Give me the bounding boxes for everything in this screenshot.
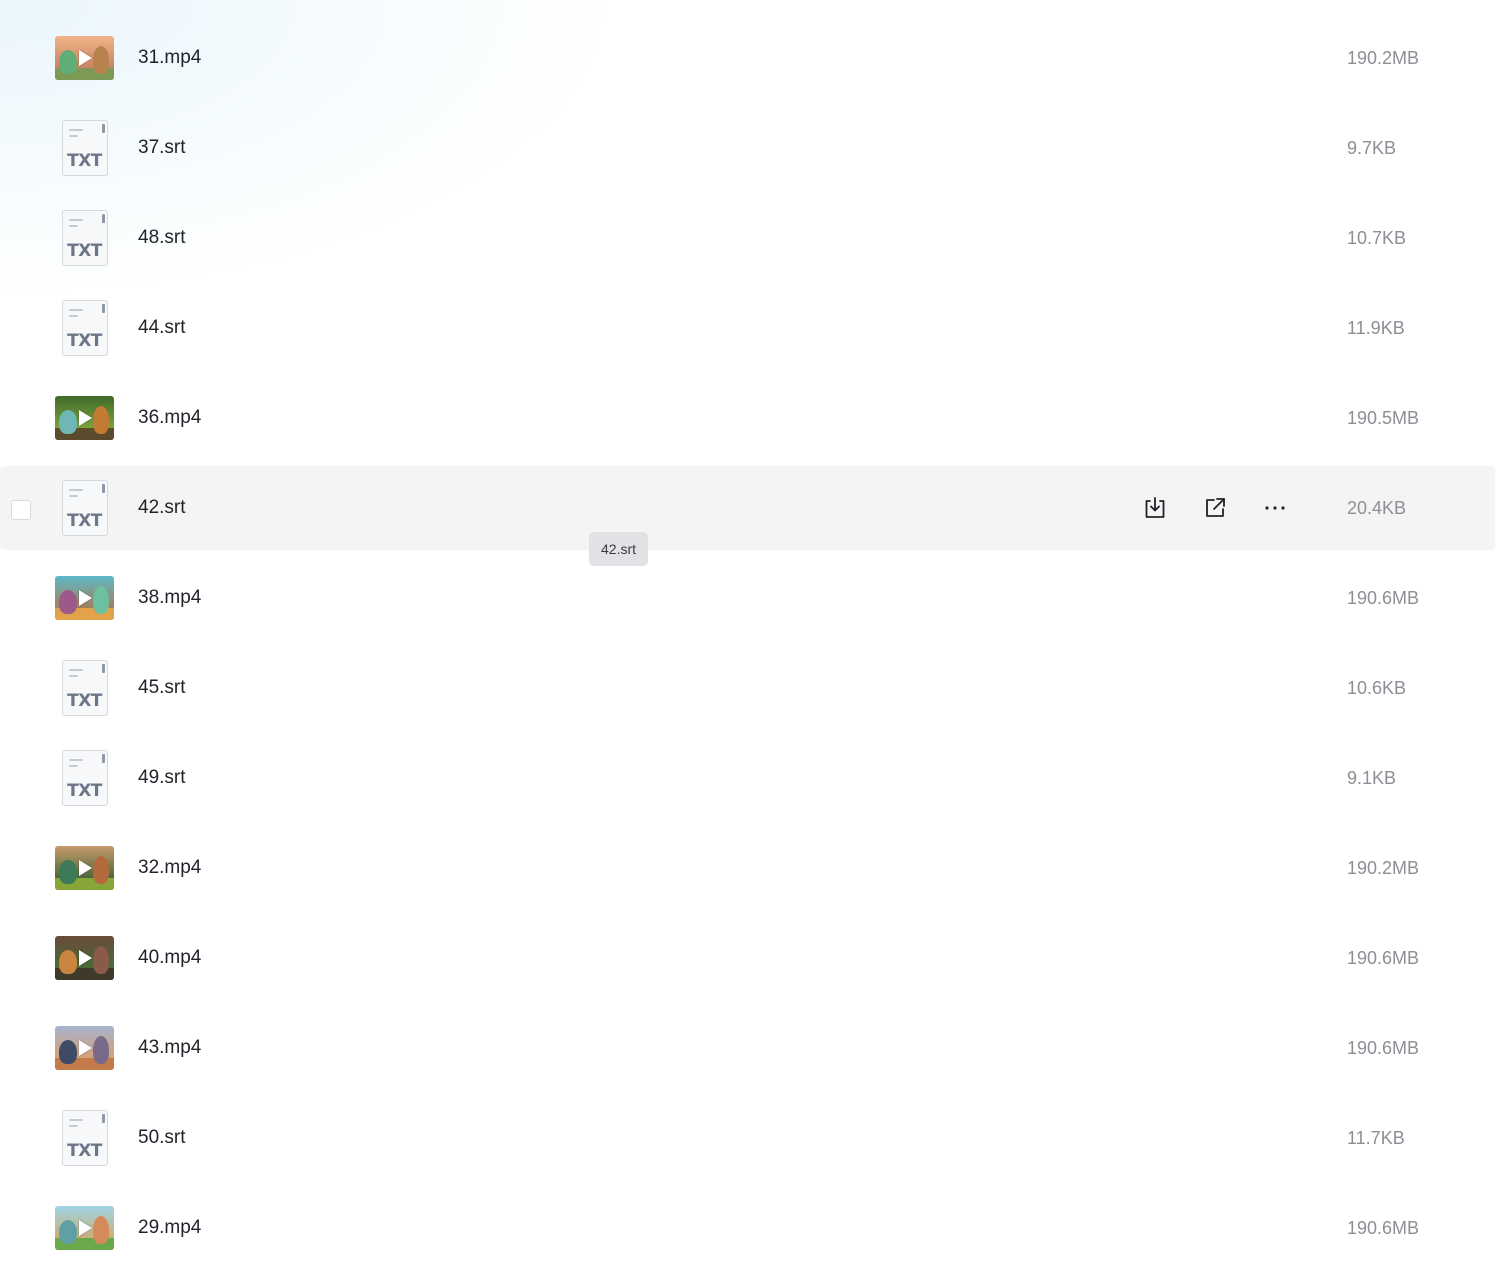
file-name[interactable]: 42.srt xyxy=(138,466,186,550)
file-row[interactable]: TXT 50.srt 11.7KB xyxy=(0,1096,1495,1180)
file-thumbnail[interactable]: TXT xyxy=(54,106,114,190)
file-size: 11.7KB xyxy=(1347,1128,1405,1148)
txt-file-icon: TXT xyxy=(61,750,108,806)
file-row[interactable]: TXT 45.srt 10.6KB xyxy=(0,646,1495,730)
file-thumbnail[interactable] xyxy=(54,1006,114,1090)
video-thumbnail xyxy=(54,1026,114,1070)
play-icon xyxy=(78,950,92,966)
video-thumbnail xyxy=(54,576,114,620)
play-icon xyxy=(78,1040,92,1056)
file-thumbnail[interactable]: TXT xyxy=(54,646,114,730)
play-icon xyxy=(78,590,92,606)
file-thumbnail[interactable]: TXT xyxy=(54,466,114,550)
txt-file-icon: TXT xyxy=(61,1110,108,1166)
file-size: 11.9KB xyxy=(1347,318,1405,338)
file-thumbnail[interactable] xyxy=(54,376,114,460)
play-icon xyxy=(78,50,92,66)
file-row[interactable]: 40.mp4 190.6MB xyxy=(0,916,1495,1000)
file-row[interactable]: 29.mp4 190.6MB xyxy=(0,1186,1495,1267)
file-name[interactable]: 45.srt xyxy=(138,646,186,730)
file-row[interactable]: 31.mp4 190.2MB xyxy=(0,16,1495,100)
file-row[interactable]: TXT 48.srt 10.7KB xyxy=(0,196,1495,280)
row-checkbox[interactable] xyxy=(11,500,31,520)
file-thumbnail[interactable]: TXT xyxy=(54,1096,114,1180)
video-thumbnail xyxy=(54,1206,114,1250)
play-icon xyxy=(78,410,92,426)
file-thumbnail[interactable] xyxy=(54,16,114,100)
file-size: 20.4KB xyxy=(1347,498,1407,518)
file-name[interactable]: 37.srt xyxy=(138,106,186,190)
row-actions xyxy=(1130,466,1300,550)
video-thumbnail xyxy=(54,396,114,440)
file-row[interactable]: TXT 49.srt 9.1KB xyxy=(0,736,1495,820)
txt-file-icon: TXT xyxy=(61,300,108,356)
share-icon xyxy=(1206,498,1225,517)
file-row[interactable]: 32.mp4 190.2MB xyxy=(0,826,1495,910)
file-row[interactable]: 38.mp4 190.6MB xyxy=(0,556,1495,640)
txt-label: TXT xyxy=(67,691,102,711)
file-name[interactable]: 31.mp4 xyxy=(138,16,201,100)
file-thumbnail[interactable] xyxy=(54,916,114,1000)
file-thumbnail[interactable] xyxy=(54,826,114,910)
file-row[interactable]: 36.mp4 190.5MB xyxy=(0,376,1495,460)
file-name[interactable]: 48.srt xyxy=(138,196,186,280)
share-button[interactable] xyxy=(1201,494,1229,522)
file-row[interactable]: TXT 37.srt 9.7KB xyxy=(0,106,1495,190)
file-name[interactable]: 29.mp4 xyxy=(138,1186,201,1267)
video-thumbnail xyxy=(54,936,114,980)
video-thumbnail xyxy=(54,36,114,80)
file-list: 31.mp4 190.2MB TXT 37.srt 9.7KB TXT 48.srt 10.7… xyxy=(0,16,1495,1267)
file-size: 9.7KB xyxy=(1347,138,1397,158)
file-name[interactable]: 36.mp4 xyxy=(138,376,201,460)
file-row[interactable]: TXT 42.srt 20.4KB xyxy=(0,466,1495,550)
file-size: 190.6MB xyxy=(1347,1218,1420,1238)
txt-label: TXT xyxy=(67,781,102,801)
file-name[interactable]: 40.mp4 xyxy=(138,916,201,1000)
file-row[interactable]: 43.mp4 190.6MB xyxy=(0,1006,1495,1090)
play-icon xyxy=(78,860,92,876)
file-size: 10.6KB xyxy=(1347,678,1407,698)
txt-file-icon: TXT xyxy=(61,480,108,536)
file-size: 9.1KB xyxy=(1347,768,1397,788)
txt-label: TXT xyxy=(67,151,102,171)
file-browser: 31.mp4 190.2MB TXT 37.srt 9.7KB TXT 48.srt 10.7… xyxy=(0,0,1495,1267)
file-name[interactable]: 43.mp4 xyxy=(138,1006,201,1090)
more-button[interactable] xyxy=(1261,494,1289,522)
file-name[interactable]: 50.srt xyxy=(138,1096,186,1180)
txt-file-icon: TXT xyxy=(61,660,108,716)
file-thumbnail[interactable] xyxy=(54,1186,114,1267)
file-name[interactable]: 49.srt xyxy=(138,736,186,820)
txt-label: TXT xyxy=(67,1141,102,1161)
file-thumbnail[interactable] xyxy=(54,556,114,640)
play-icon xyxy=(78,1220,92,1236)
file-name[interactable]: 44.srt xyxy=(138,286,186,370)
txt-label: TXT xyxy=(67,331,102,351)
file-size: 10.7KB xyxy=(1347,228,1407,248)
file-size: 190.5MB xyxy=(1347,408,1420,428)
file-size: 190.2MB xyxy=(1347,48,1420,68)
video-thumbnail xyxy=(54,846,114,890)
file-name[interactable]: 32.mp4 xyxy=(138,826,201,910)
more-icon xyxy=(1265,506,1285,510)
txt-label: TXT xyxy=(67,241,102,261)
txt-label: TXT xyxy=(67,511,102,531)
file-size: 190.6MB xyxy=(1347,1038,1420,1058)
txt-file-icon: TXT xyxy=(61,120,108,176)
download-button[interactable] xyxy=(1141,494,1169,522)
download-icon xyxy=(1145,497,1165,518)
file-thumbnail[interactable]: TXT xyxy=(54,736,114,820)
file-size: 190.6MB xyxy=(1347,948,1420,968)
file-thumbnail[interactable]: TXT xyxy=(54,196,114,280)
file-size: 190.6MB xyxy=(1347,588,1420,608)
filename-tooltip: 42.srt xyxy=(589,532,649,566)
txt-file-icon: TXT xyxy=(61,210,108,266)
file-size: 190.2MB xyxy=(1347,858,1420,878)
file-name[interactable]: 38.mp4 xyxy=(138,556,201,640)
file-row[interactable]: TXT 44.srt 11.9KB xyxy=(0,286,1495,370)
file-thumbnail[interactable]: TXT xyxy=(54,286,114,370)
